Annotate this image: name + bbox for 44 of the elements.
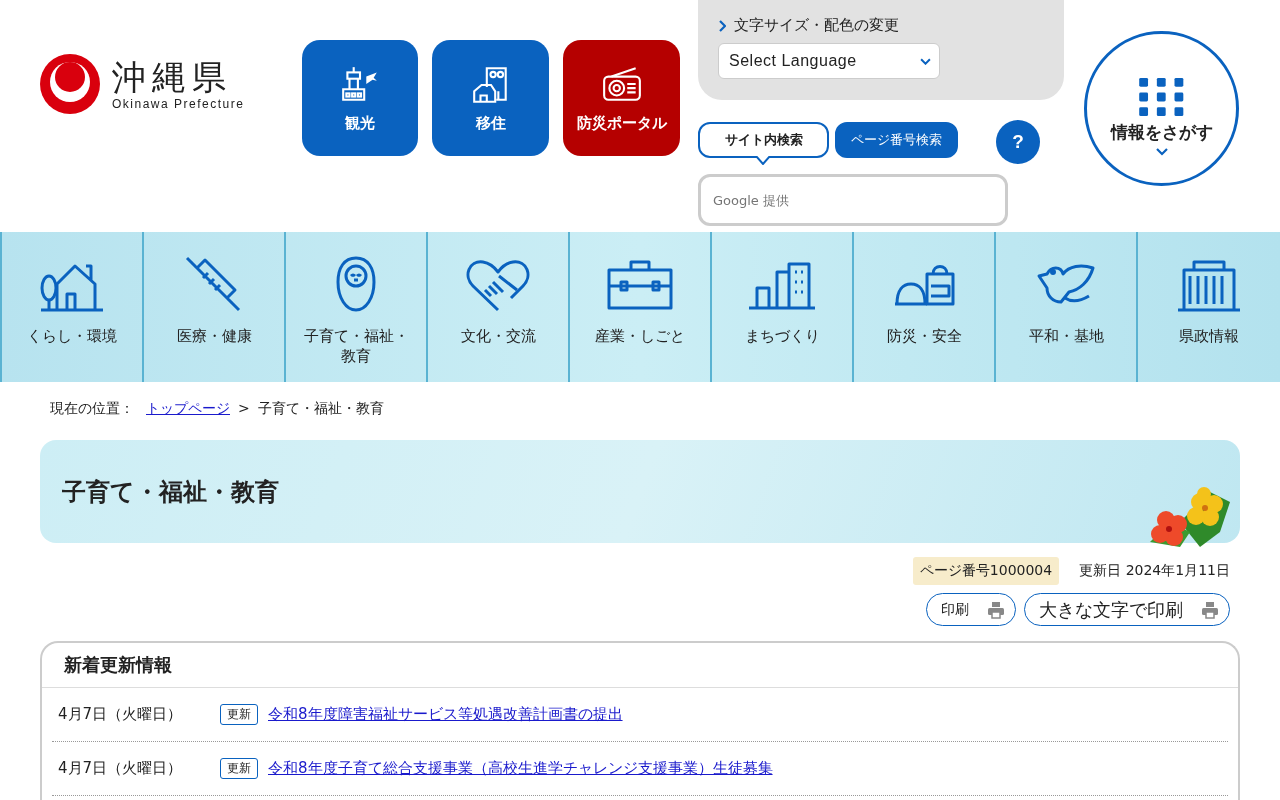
update-tag: 更新 xyxy=(220,758,258,779)
news-link[interactable]: 令和8年度障害福祉サービス等処遇改善計画書の提出 xyxy=(268,705,623,724)
print-button[interactable]: 大きな文字で印刷 xyxy=(1024,593,1230,626)
search-tab[interactable]: ページ番号検索 xyxy=(835,122,958,158)
category-link[interactable]: 防災・安全 xyxy=(854,232,996,382)
logo-icon xyxy=(40,54,100,114)
breadcrumb-label: 現在の位置： xyxy=(50,400,134,418)
breadcrumb-current: 子育て・福祉・教育 xyxy=(257,400,384,418)
news-heading: 新着更新情報 xyxy=(42,643,1238,688)
printer-icon xyxy=(987,600,1005,619)
update-tag: 更新 xyxy=(220,704,258,725)
breadcrumb-link[interactable]: トップページ xyxy=(146,400,230,426)
news-date: 4月7日（火曜日） xyxy=(58,759,184,778)
updated-date: 更新日 2024年1月11日 xyxy=(1079,562,1230,580)
search-field[interactable]: Google 提供 xyxy=(698,174,1008,226)
category-link[interactable]: 産業・しごと xyxy=(570,232,712,382)
page-title: 子育て・福祉・教育 xyxy=(62,476,279,508)
news-link[interactable]: 令和8年度子育て総合支援事業（高校生進学チャレンジ支援事業）生徒募集 xyxy=(268,759,773,778)
category-link[interactable]: くらし・環境 xyxy=(2,232,144,382)
help-button[interactable]: ? xyxy=(996,120,1040,164)
quick-link-button[interactable]: 防災ポータル xyxy=(563,40,680,156)
chevron-down-icon xyxy=(1155,148,1168,156)
category-link[interactable]: 文化・交流 xyxy=(428,232,570,382)
category-link[interactable]: 県政情報 xyxy=(1138,232,1280,382)
category-link[interactable]: まちづくり xyxy=(712,232,854,382)
language-select[interactable]: Select Language xyxy=(718,43,940,79)
search-tab[interactable]: サイト内検索 xyxy=(698,122,829,158)
site-title: 沖縄県 xyxy=(112,57,233,97)
site-subtitle: Okinawa Prefecture xyxy=(112,97,245,111)
text-settings-link[interactable]: 文字サイズ・配色の変更 xyxy=(718,16,1044,35)
find-info-button[interactable]: 情報をさがす xyxy=(1084,31,1239,186)
printer-icon xyxy=(1201,600,1219,619)
quick-link-button[interactable]: 観光 xyxy=(302,40,418,156)
page-number-badge: ページ番号1000004 xyxy=(912,557,1060,585)
print-button[interactable]: 印刷 xyxy=(926,593,1016,626)
category-link[interactable]: 医療・健康 xyxy=(144,232,286,382)
tab-pointer xyxy=(756,156,770,165)
quick-link-button[interactable]: 移住 xyxy=(432,40,549,156)
category-link[interactable]: 子育て・福祉・教育 xyxy=(286,232,428,382)
chevron-right-icon xyxy=(718,19,726,32)
chevron-down-icon xyxy=(920,57,931,65)
breadcrumb-separator: > xyxy=(238,400,250,418)
news-date: 4月7日（火曜日） xyxy=(58,705,184,724)
category-link[interactable]: 平和・基地 xyxy=(996,232,1138,382)
